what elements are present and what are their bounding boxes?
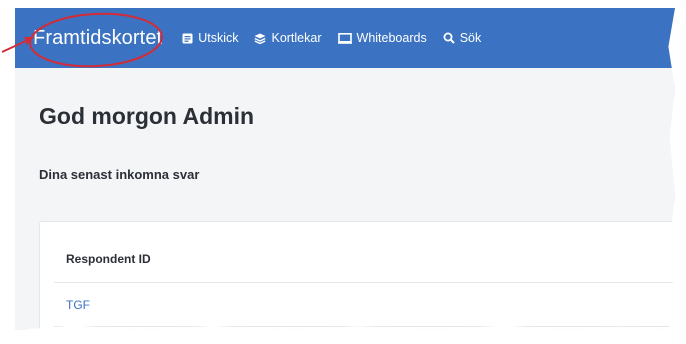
section-title: Dina senast inkomna svar [39,167,200,182]
search-icon [443,32,455,44]
layers-icon [254,33,266,44]
table-header-respondent-id: Respondent ID [66,252,151,266]
nav-item-label: Utskick [198,31,239,45]
table-row-link[interactable]: TGF [66,298,90,312]
whiteboard-icon [337,32,352,44]
top-navbar: Framtidskortet Utskick Kortlekar Whitebo… [15,8,675,68]
nav-item-whiteboards[interactable]: Whiteboards [337,31,427,45]
divider [54,326,675,327]
nav-item-label: Sök [459,31,482,45]
nav-item-label: Whiteboards [356,31,427,45]
nav-item-kortlekar[interactable]: Kortlekar [254,31,322,45]
document-icon [182,33,193,43]
nav-item-utskick[interactable]: Utskick [182,31,238,45]
brand-link[interactable]: Framtidskortet [33,27,162,50]
responses-card: Respondent ID TGF [39,221,675,330]
app-window: Framtidskortet Utskick Kortlekar Whitebo… [15,8,675,330]
divider [54,282,675,283]
nav-item-label: Kortlekar [271,31,322,45]
main-content: God morgon Admin Dina senast inkomna sva… [39,103,675,330]
nav-item-sok[interactable]: Sök [443,31,482,45]
nav-menu: Utskick Kortlekar Whiteboards Sök [182,31,497,45]
page-title: God morgon Admin [39,103,255,129]
